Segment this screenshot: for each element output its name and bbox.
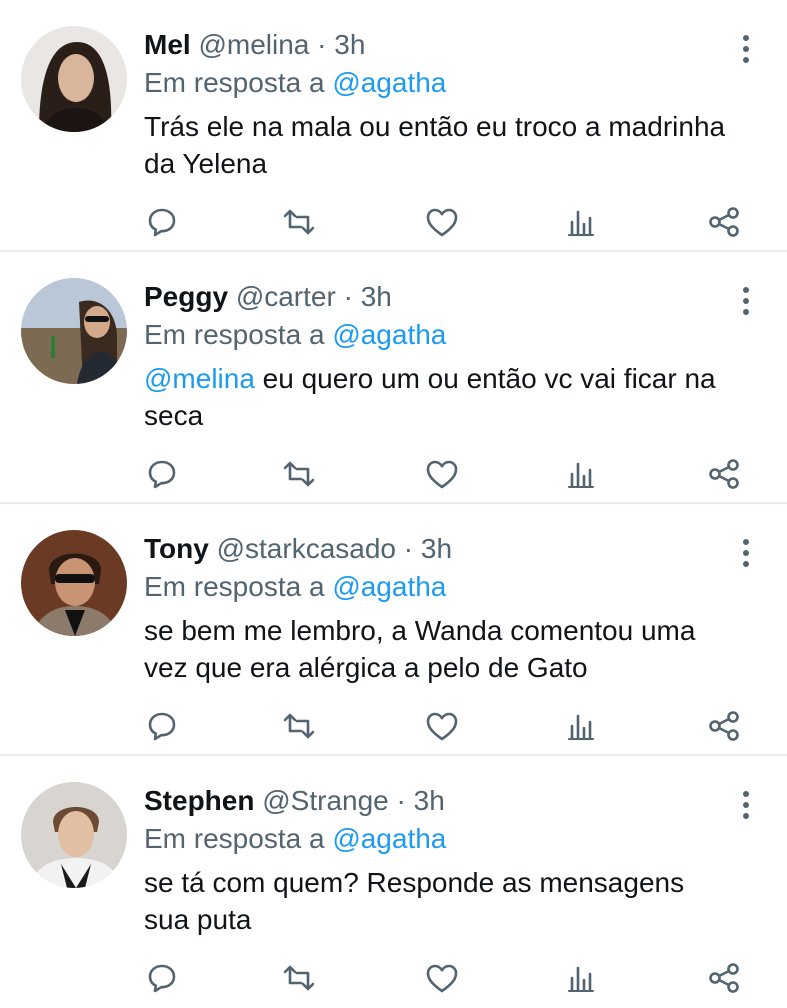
reply-prefix: Em resposta a xyxy=(144,571,325,602)
tweet-text: @melina eu quero um ou então vc vai fica… xyxy=(144,360,727,434)
separator-dot: · xyxy=(403,533,414,564)
separator-dot: · xyxy=(317,29,327,60)
more-options-icon[interactable] xyxy=(739,286,753,316)
avatar[interactable] xyxy=(21,26,127,132)
analytics-icon[interactable] xyxy=(564,456,600,492)
tweet-body: Mel @melina · 3h Em resposta a @agatha T… xyxy=(144,26,727,182)
share-icon[interactable] xyxy=(706,456,742,492)
retweet-icon[interactable] xyxy=(281,204,317,240)
tweet-actions xyxy=(144,456,744,504)
tweet[interactable]: Tony @starkcasado · 3h Em resposta a @ag… xyxy=(0,504,787,756)
tweet-body: Stephen @Strange · 3h Em resposta a @aga… xyxy=(144,782,727,938)
separator-dot: · xyxy=(343,281,353,312)
author-handle[interactable]: @starkcasado xyxy=(217,533,396,564)
reply-prefix: Em resposta a xyxy=(144,319,325,350)
share-icon[interactable] xyxy=(706,708,742,744)
reply-context: Em resposta a @agatha xyxy=(144,820,727,858)
more-options-icon[interactable] xyxy=(739,34,753,64)
author-handle[interactable]: @carter xyxy=(236,281,336,312)
tweet-actions xyxy=(144,708,744,756)
avatar[interactable] xyxy=(21,278,127,384)
retweet-icon[interactable] xyxy=(281,708,317,744)
reply-mention-link[interactable]: @agatha xyxy=(332,67,446,98)
tweet-header: Stephen @Strange · 3h xyxy=(144,782,727,820)
author-name[interactable]: Mel xyxy=(144,29,191,60)
more-options-icon[interactable] xyxy=(739,790,753,820)
retweet-icon[interactable] xyxy=(281,456,317,492)
retweet-icon[interactable] xyxy=(281,960,317,996)
tweet-time[interactable]: 3h xyxy=(414,785,445,816)
share-icon[interactable] xyxy=(706,960,742,996)
separator-dot: · xyxy=(396,785,406,816)
reply-context: Em resposta a @agatha xyxy=(144,316,727,354)
like-icon[interactable] xyxy=(424,456,460,492)
tweet-text: Trás ele na mala ou então eu troco a mad… xyxy=(144,108,727,182)
author-handle[interactable]: @melina xyxy=(198,29,309,60)
author-name[interactable]: Peggy xyxy=(144,281,228,312)
author-name[interactable]: Tony xyxy=(144,533,209,564)
tweet-actions xyxy=(144,204,744,252)
tweet-list: Mel @melina · 3h Em resposta a @agatha T… xyxy=(0,0,787,1008)
tweet[interactable]: Stephen @Strange · 3h Em resposta a @aga… xyxy=(0,756,787,1008)
tweet-time[interactable]: 3h xyxy=(334,29,365,60)
reply-context: Em resposta a @agatha xyxy=(144,64,727,102)
inline-mention-link[interactable]: @melina xyxy=(144,363,255,394)
reply-mention-link[interactable]: @agatha xyxy=(332,571,446,602)
analytics-icon[interactable] xyxy=(564,204,600,240)
avatar[interactable] xyxy=(21,782,127,888)
tweet[interactable]: Mel @melina · 3h Em resposta a @agatha T… xyxy=(0,0,787,252)
tweet-text: se tá com quem? Responde as mensagens su… xyxy=(144,864,727,938)
tweet-text-content: se bem me lembro, a Wanda comentou uma v… xyxy=(144,615,696,683)
tweet-body: Tony @starkcasado · 3h Em resposta a @ag… xyxy=(144,530,727,686)
reply-icon[interactable] xyxy=(144,204,180,240)
share-icon[interactable] xyxy=(706,204,742,240)
tweet-actions xyxy=(144,960,744,1008)
reply-icon[interactable] xyxy=(144,456,180,492)
tweet-text: se bem me lembro, a Wanda comentou uma v… xyxy=(144,612,727,686)
tweet-time[interactable]: 3h xyxy=(361,281,392,312)
tweet-header: Tony @starkcasado · 3h xyxy=(144,530,727,568)
reply-prefix: Em resposta a xyxy=(144,823,325,854)
avatar[interactable] xyxy=(21,530,127,636)
tweet-text-content: se tá com quem? Responde as mensagens su… xyxy=(144,867,685,935)
tweet[interactable]: Peggy @carter · 3h Em resposta a @agatha… xyxy=(0,252,787,504)
reply-mention-link[interactable]: @agatha xyxy=(332,823,446,854)
more-options-icon[interactable] xyxy=(739,538,753,568)
like-icon[interactable] xyxy=(424,960,460,996)
tweet-time[interactable]: 3h xyxy=(421,533,452,564)
author-name[interactable]: Stephen xyxy=(144,785,254,816)
tweet-header: Mel @melina · 3h xyxy=(144,26,727,64)
analytics-icon[interactable] xyxy=(564,708,600,744)
reply-icon[interactable] xyxy=(144,960,180,996)
reply-context: Em resposta a @agatha xyxy=(144,568,727,606)
reply-prefix: Em resposta a xyxy=(144,67,325,98)
analytics-icon[interactable] xyxy=(564,960,600,996)
tweet-text-content: Trás ele na mala ou então eu troco a mad… xyxy=(144,111,726,179)
reply-mention-link[interactable]: @agatha xyxy=(332,319,446,350)
tweet-header: Peggy @carter · 3h xyxy=(144,278,727,316)
reply-icon[interactable] xyxy=(144,708,180,744)
like-icon[interactable] xyxy=(424,204,460,240)
author-handle[interactable]: @Strange xyxy=(262,785,389,816)
like-icon[interactable] xyxy=(424,708,460,744)
tweet-body: Peggy @carter · 3h Em resposta a @agatha… xyxy=(144,278,727,434)
